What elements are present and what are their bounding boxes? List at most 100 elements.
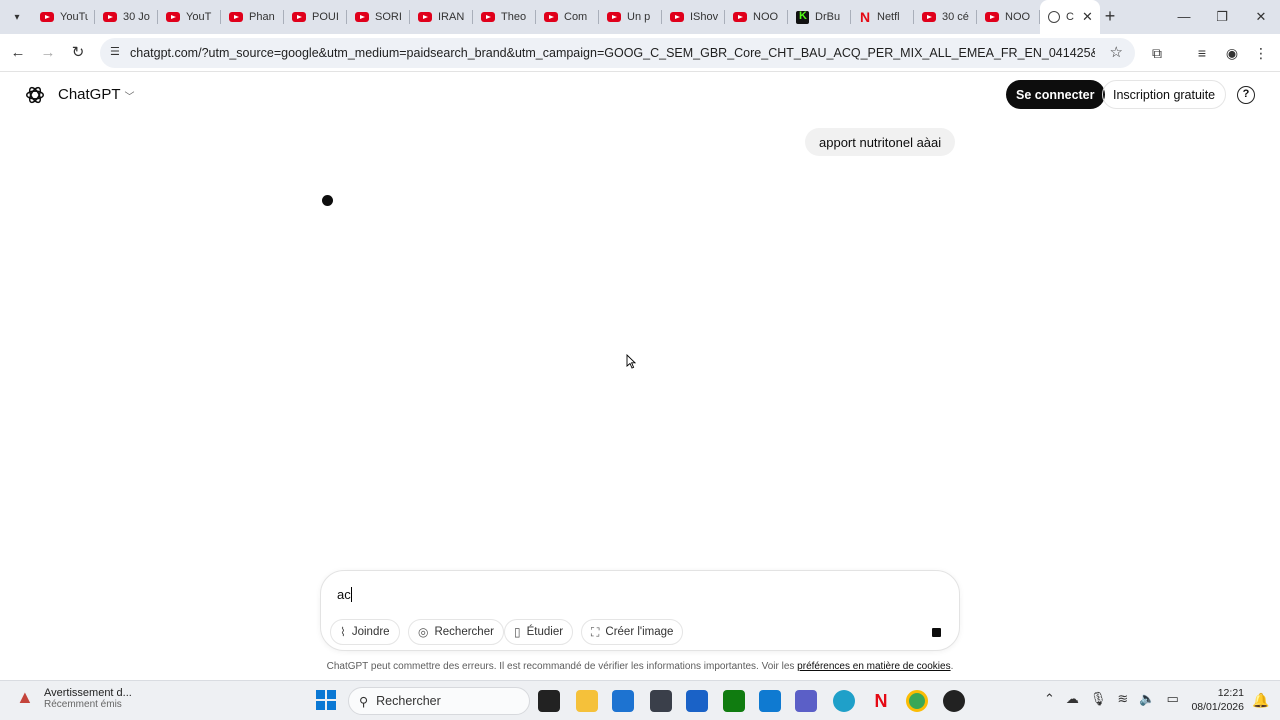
task-view-icon[interactable]: [538, 690, 560, 712]
app-cube-icon[interactable]: [650, 690, 672, 712]
tab-label: NOO: [753, 11, 779, 23]
netflix-app-icon[interactable]: N: [870, 690, 892, 712]
study-button[interactable]: ▯ Étudier: [504, 619, 574, 645]
close-window-icon[interactable]: ✕: [1249, 6, 1273, 28]
restore-icon[interactable]: ❐: [1210, 6, 1234, 28]
volume-icon[interactable]: 🔈: [1139, 691, 1155, 707]
tab[interactable]: IShov: [662, 0, 725, 34]
youtube-icon: [40, 12, 54, 22]
warning-icon: ▲: [16, 687, 34, 707]
file-explorer-icon[interactable]: [576, 690, 598, 712]
browser-menu-icon[interactable]: ⋮: [1250, 42, 1272, 64]
windows-start-icon[interactable]: [316, 690, 336, 710]
tab[interactable]: IRAN: [410, 0, 473, 34]
chevron-up-icon[interactable]: ⌃: [1044, 691, 1055, 707]
youtube-icon: [418, 12, 432, 22]
tab-label: SORI: [375, 11, 402, 23]
tab-label: Phan: [249, 11, 275, 23]
security-notification[interactable]: ▲ Avertissement d... Récemment émis: [16, 687, 132, 710]
extensions-icon[interactable]: ⧉: [1146, 42, 1168, 64]
openai-logo-icon[interactable]: [24, 84, 46, 106]
tab-search-chevron-icon[interactable]: ▾: [6, 6, 28, 28]
microphone-icon[interactable]: 🎙: [1090, 691, 1107, 707]
tab[interactable]: Phan: [221, 0, 284, 34]
youtube-icon: [670, 12, 684, 22]
tab-label: Netfl: [877, 11, 900, 23]
close-tab-icon[interactable]: ✕: [1082, 9, 1093, 25]
taskbar-search[interactable]: ⚲ Rechercher: [348, 687, 530, 715]
address-bar[interactable]: ☰ chatgpt.com/?utm_source=google&utm_med…: [100, 38, 1135, 68]
reload-icon[interactable]: ↻: [66, 41, 90, 65]
tab-label: 30 Jo: [123, 11, 150, 23]
media-controls-icon[interactable]: ≡: [1191, 42, 1213, 64]
user-message-bubble: apport nutritonel aàai: [805, 128, 956, 156]
tab-label: 30 cé: [942, 11, 969, 23]
notification-title: Avertissement d...: [44, 687, 132, 699]
tab[interactable]: YouTu: [32, 0, 95, 34]
tab-label: C: [1066, 11, 1074, 23]
bookmark-star-icon[interactable]: ☆: [1110, 43, 1123, 61]
tab-active[interactable]: C ✕: [1040, 0, 1100, 34]
prompt-input[interactable]: ac: [337, 587, 352, 602]
attach-button[interactable]: ⌇ Joindre: [330, 619, 400, 645]
tab[interactable]: NOO: [725, 0, 788, 34]
tab-label: Com: [564, 11, 588, 23]
notification-bell-icon[interactable]: 🔔: [1252, 692, 1269, 709]
youtube-icon: [733, 12, 747, 22]
edge-icon[interactable]: [833, 690, 855, 712]
tab-label: DrBu: [815, 11, 841, 23]
tab[interactable]: 30 Jo: [95, 0, 158, 34]
tab[interactable]: Com: [536, 0, 599, 34]
taskbar-search-label: Rechercher: [376, 694, 441, 708]
store-icon[interactable]: [612, 690, 634, 712]
study-label: Étudier: [526, 626, 564, 638]
clock[interactable]: 12:21 08/01/2026: [1188, 686, 1244, 714]
signup-button[interactable]: Inscription gratuite: [1102, 80, 1227, 109]
tab[interactable]: DrBu: [788, 0, 851, 34]
cloud-icon[interactable]: ☁: [1066, 691, 1079, 707]
wifi-icon[interactable]: ≋: [1117, 691, 1128, 707]
prompt-composer[interactable]: ac ⌇ Joindre ◎ Rechercher ▯ Étudier ⛶ Cr…: [320, 570, 960, 651]
youtube-icon: [103, 12, 117, 22]
model-picker[interactable]: ChatGPT ﹀: [58, 86, 135, 103]
forward-arrow-icon[interactable]: →: [36, 41, 60, 65]
cookie-preferences-link[interactable]: préférences en matière de cookies: [797, 661, 950, 672]
thinking-indicator: [322, 195, 333, 206]
stop-square-icon: [931, 627, 941, 637]
vscode-icon[interactable]: [759, 690, 781, 712]
tab[interactable]: 30 cé: [914, 0, 977, 34]
minimize-icon[interactable]: —: [1172, 6, 1196, 28]
tab[interactable]: Un p: [599, 0, 662, 34]
tab[interactable]: POUI: [284, 0, 347, 34]
tab[interactable]: NOO: [977, 0, 1040, 34]
chrome-icon[interactable]: [906, 690, 928, 712]
xbox-icon[interactable]: [723, 690, 745, 712]
youtube-icon: [985, 12, 999, 22]
battery-icon[interactable]: ▭: [1167, 691, 1179, 707]
create-image-button[interactable]: ⛶ Créer l'image: [581, 619, 684, 645]
stop-generation-button[interactable]: [924, 620, 948, 644]
tab-label: POUI: [312, 11, 339, 23]
new-tab-plus-icon[interactable]: +: [1099, 6, 1121, 28]
url-text[interactable]: chatgpt.com/?utm_source=google&utm_mediu…: [130, 46, 1095, 60]
site-info-icon[interactable]: ☰: [110, 45, 124, 61]
browser-tabstrip: ▾ YouTu 30 Jo YouT Phan POUI SORI IRAN Theo Com U…: [0, 0, 1280, 34]
tab[interactable]: Theo: [473, 0, 536, 34]
chatgpt-app-icon[interactable]: [943, 690, 965, 712]
profile-icon[interactable]: ◉: [1221, 42, 1243, 64]
kick-icon: [796, 10, 809, 24]
date: 08/01/2026: [1191, 701, 1244, 713]
tab-label: NOO: [1005, 11, 1031, 23]
help-icon[interactable]: ?: [1237, 86, 1255, 104]
teams-icon[interactable]: [795, 690, 817, 712]
back-arrow-icon[interactable]: ←: [6, 41, 30, 65]
edit-app-icon[interactable]: [686, 690, 708, 712]
time: 12:21: [1217, 687, 1244, 699]
login-button[interactable]: Se connecter: [1006, 80, 1105, 109]
search-button[interactable]: ◎ Rechercher: [408, 619, 504, 645]
tab[interactable]: Netfl: [851, 0, 914, 34]
disclaimer-text: ChatGPT peut commettre des erreurs. Il e…: [326, 661, 798, 672]
tab[interactable]: SORI: [347, 0, 410, 34]
netflix-icon: [859, 9, 871, 25]
tab[interactable]: YouT: [158, 0, 221, 34]
